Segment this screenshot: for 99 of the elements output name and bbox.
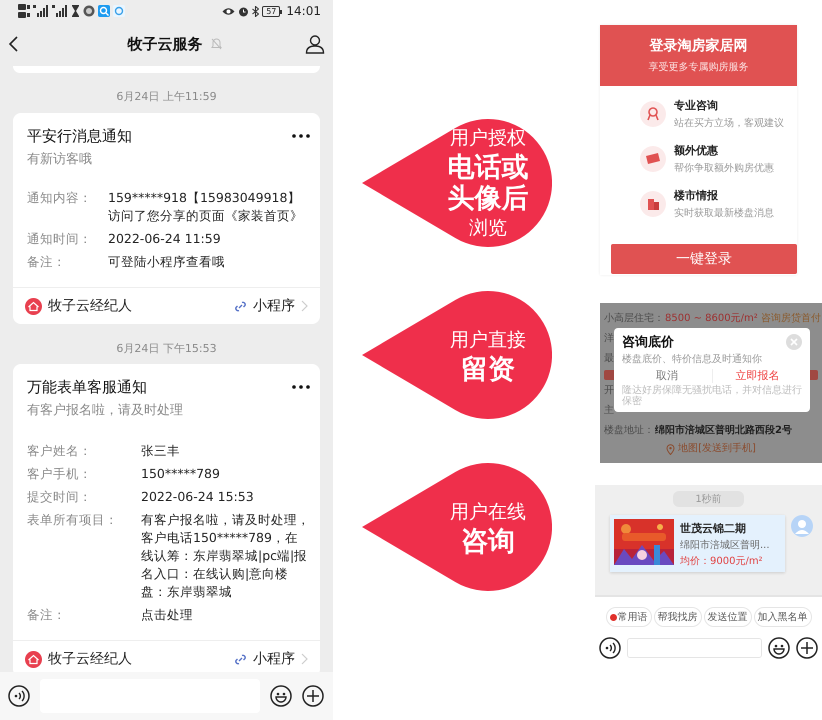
callout-text: 头像后 bbox=[448, 183, 528, 214]
search-app-icon bbox=[98, 5, 110, 17]
app-icon bbox=[83, 5, 95, 17]
source-name: 牧子云经纪人 bbox=[48, 297, 132, 315]
property-card[interactable]: 世茂云锦二期 绵阳市涪城区普明... 均价：9000元/m² bbox=[610, 515, 785, 572]
field-label: 楼盘地址： bbox=[604, 424, 654, 438]
callout-text: 用户授权 bbox=[450, 126, 526, 151]
callout-text: 浏览 bbox=[469, 216, 507, 241]
emoji-icon[interactable] bbox=[768, 637, 790, 659]
link-icon bbox=[234, 300, 247, 312]
card-title: 万能表单客服通知 bbox=[27, 377, 147, 398]
time-pill: 1秒前 bbox=[673, 491, 744, 507]
plus-icon[interactable] bbox=[796, 637, 818, 659]
field-label: 开 bbox=[604, 384, 614, 398]
map-pin-icon bbox=[666, 444, 676, 454]
card-subtitle: 有新访客哦 bbox=[27, 151, 93, 169]
building-icon bbox=[640, 191, 666, 217]
quick-reply-chip[interactable]: 发送位置 bbox=[704, 607, 752, 627]
benefit-description: 站在买方立场，客观建议 bbox=[674, 116, 784, 130]
alarm-icon bbox=[238, 6, 250, 16]
property-price: 均价：9000元/m² bbox=[680, 555, 764, 568]
login-button[interactable]: 一键登录 bbox=[611, 244, 797, 274]
field-value: 150*****789 bbox=[141, 465, 221, 483]
back-icon[interactable] bbox=[8, 35, 20, 53]
emoji-icon[interactable] bbox=[270, 685, 292, 707]
field-label: 通知时间： bbox=[27, 230, 93, 248]
field-label: 主 bbox=[604, 404, 614, 418]
signal-icon bbox=[52, 5, 68, 17]
field-value: 2022-06-24 15:53 bbox=[141, 488, 255, 506]
plus-icon[interactable] bbox=[302, 685, 324, 707]
benefit-description: 帮你争取额外购房优惠 bbox=[674, 162, 774, 175]
benefit-title: 专业咨询 bbox=[674, 98, 719, 113]
source-name: 牧子云经纪人 bbox=[48, 650, 132, 668]
price-value: 8500 ~ 8600元/m² bbox=[665, 312, 758, 326]
callout-text: 咨询 bbox=[461, 526, 515, 556]
callout-text: 电话或 bbox=[448, 152, 528, 183]
benefit-description: 实时获取最新楼盘消息 bbox=[674, 206, 774, 220]
privacy-note: 隆达好房保障无骚扰电话，并对信息进行保密 bbox=[622, 385, 802, 407]
ticket-icon bbox=[640, 146, 666, 172]
hourglass-icon bbox=[71, 5, 80, 17]
person-icon[interactable] bbox=[305, 34, 325, 54]
mini-program-link[interactable]: 小程序 bbox=[253, 297, 295, 315]
login-title: 登录淘房家居网 bbox=[650, 37, 748, 55]
field-label: 客户手机： bbox=[27, 465, 93, 483]
field-value: 张三丰 bbox=[141, 442, 181, 460]
field-label: 表单所有项目： bbox=[27, 511, 119, 529]
callout-text: 用户在线 bbox=[450, 500, 526, 524]
clock-time: 14:01 bbox=[286, 4, 321, 18]
sim-card-icon bbox=[18, 3, 30, 19]
mini-program-link[interactable]: 小程序 bbox=[253, 650, 295, 668]
avatar-icon bbox=[791, 515, 813, 537]
house-logo-icon bbox=[25, 298, 42, 314]
signal-icon bbox=[33, 5, 49, 17]
benefit-title: 楼市情报 bbox=[674, 188, 719, 203]
card-subtitle: 有客户报名啦，请及时处理 bbox=[27, 402, 184, 420]
field-label: 客户姓名： bbox=[27, 442, 93, 460]
field-label: 通知内容： bbox=[27, 189, 93, 207]
house-logo-icon bbox=[25, 650, 42, 668]
more-icon[interactable] bbox=[292, 385, 310, 389]
quick-reply-chip[interactable]: 加入黑名单 bbox=[754, 607, 812, 627]
property-title: 世茂云锦二期 bbox=[680, 521, 747, 536]
bluetooth-icon bbox=[252, 6, 260, 16]
field-label: 备注： bbox=[27, 606, 67, 624]
field-value: 有客户报名啦，请及时处理，客户电话150*****789，在线认筹：东岸翡翠城|pc端|报名入口：在线认购|意向楼盘：东岸翡翠城 bbox=[141, 511, 310, 601]
timestamp: 6月24日 上午11:59 bbox=[116, 89, 217, 105]
field-label: 最 bbox=[604, 352, 614, 366]
field-value: 2022-06-24 11:59 bbox=[108, 230, 222, 248]
more-icon[interactable] bbox=[292, 134, 310, 138]
card-title: 平安行消息通知 bbox=[27, 126, 132, 147]
message-input[interactable] bbox=[627, 638, 762, 658]
dot-icon bbox=[610, 614, 616, 620]
benefit-title: 额外优惠 bbox=[674, 143, 719, 158]
field-label: 小高层住宅： bbox=[604, 312, 664, 326]
voice-icon[interactable] bbox=[599, 637, 621, 659]
field-label: 提交时间： bbox=[27, 488, 93, 506]
quick-reply-chip[interactable]: 常用语 bbox=[606, 607, 652, 627]
quick-reply-chip[interactable]: 帮我找房 bbox=[654, 607, 702, 627]
cancel-button[interactable]: 取消 bbox=[622, 367, 712, 384]
field-value: 159*****918【15983049918】访问了您分享的页面《家装首页》 bbox=[108, 189, 304, 225]
chat-title: 牧子云服务 bbox=[128, 34, 202, 54]
callout-text: 用户直接 bbox=[450, 328, 526, 352]
dialog-title: 咨询底价 bbox=[622, 334, 674, 351]
field-value: 点击处理 bbox=[141, 606, 194, 624]
timestamp: 6月24日 下午15:53 bbox=[116, 341, 217, 357]
address-value: 绵阳市涪城区普明北路西段2号 bbox=[655, 423, 792, 438]
login-subtitle: 享受更多专属购房服务 bbox=[648, 60, 748, 74]
field-label: 备注： bbox=[27, 253, 67, 271]
link-icon bbox=[234, 652, 247, 666]
dialog-description: 楼盘底价、特价信息及时通知你 bbox=[622, 352, 763, 366]
callout-text: 留资 bbox=[461, 354, 515, 384]
property-address: 绵阳市涪城区普明... bbox=[680, 538, 770, 552]
eye-icon bbox=[222, 6, 236, 16]
signup-button[interactable]: 立即报名 bbox=[712, 367, 802, 384]
battery-indicator: 57 bbox=[262, 6, 280, 16]
field-value: 可登陆小程序查看哦 bbox=[108, 253, 226, 271]
voice-icon[interactable] bbox=[8, 685, 30, 707]
ribbon-icon bbox=[640, 101, 666, 127]
field-label: 洋 bbox=[604, 332, 614, 346]
cloud-app-icon bbox=[113, 5, 125, 17]
